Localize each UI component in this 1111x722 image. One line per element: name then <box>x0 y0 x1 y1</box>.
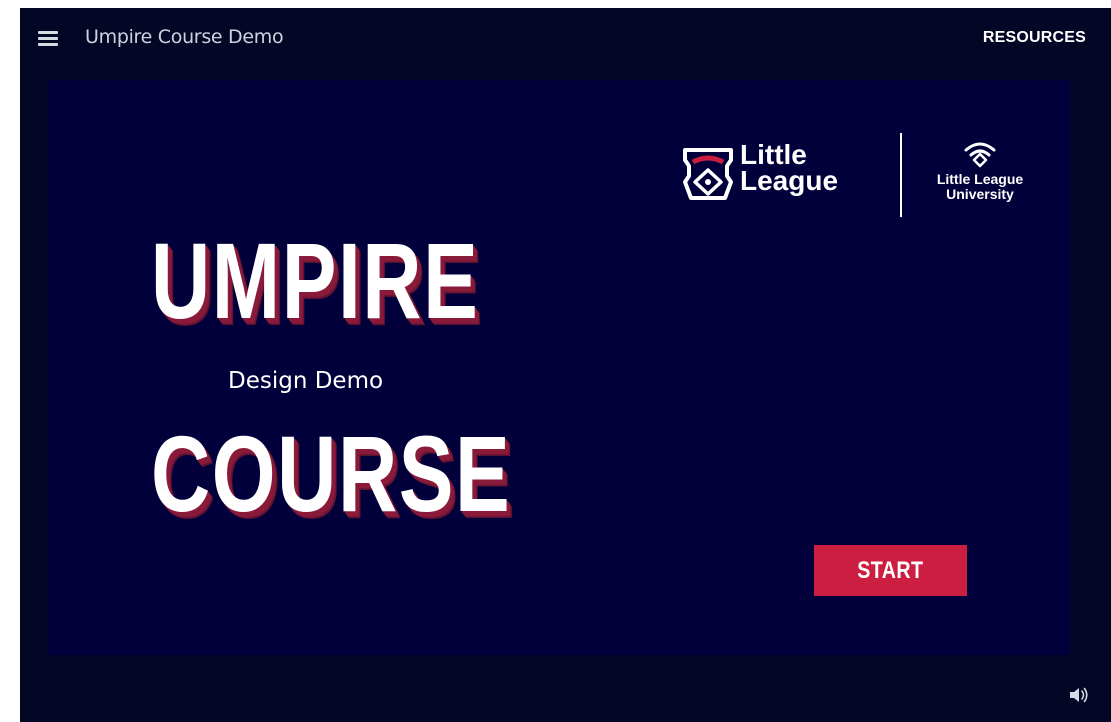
slide-canvas: UMPIRE Design Demo COURSE Little League L… <box>48 80 1070 655</box>
keystone-icon <box>683 148 733 200</box>
hamburger-menu-icon[interactable] <box>38 30 58 46</box>
course-title: Umpire Course Demo <box>85 26 284 48</box>
title-course: COURSE <box>151 413 512 534</box>
subtitle: Design Demo <box>228 368 384 394</box>
little-league-university-wordmark: Little League University <box>936 171 1024 202</box>
start-label: START <box>857 557 924 584</box>
little-league-university-logo: Little League University <box>910 136 1050 206</box>
little-league-logo: Little League <box>681 139 911 212</box>
course-player: Umpire Course Demo RESOURCES UMPIRE Desi… <box>20 8 1111 722</box>
resources-link[interactable]: RESOURCES <box>983 29 1086 47</box>
wifi-icon <box>964 142 996 168</box>
little-league-wordmark: Little League <box>740 139 839 196</box>
speaker-icon[interactable] <box>1068 685 1090 705</box>
top-bar: Umpire Course Demo RESOURCES <box>20 8 1111 68</box>
title-umpire: UMPIRE <box>151 220 480 341</box>
logo-divider <box>900 133 902 217</box>
start-button[interactable]: START <box>814 545 967 596</box>
